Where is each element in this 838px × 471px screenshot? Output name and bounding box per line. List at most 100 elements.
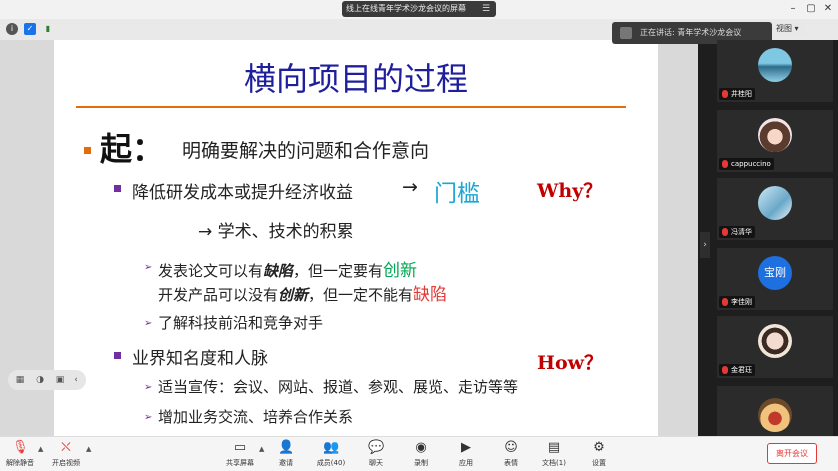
chevron-right-icon: ➢: [144, 262, 153, 273]
documents-button[interactable]: ▤ 文档(1): [536, 440, 572, 470]
speaker-avatar: [620, 27, 632, 39]
chevron-left-icon[interactable]: ‹: [70, 374, 82, 386]
signal-icon: ▮: [45, 24, 51, 33]
avatar: 宝刚: [758, 256, 792, 290]
avatar: [758, 324, 792, 358]
document-icon: ▤: [547, 440, 561, 455]
why-text: Why？: [537, 180, 603, 202]
emoji-button[interactable]: ☺ 表情: [493, 440, 529, 470]
product-line-part3: ，但一定不能有: [308, 286, 414, 304]
gear-icon: ⚙: [593, 440, 605, 455]
mic-muted-icon: [722, 160, 728, 168]
floating-toolbar[interactable]: ▦ ◑ ▣ ‹: [8, 370, 86, 390]
shared-window-title[interactable]: 线上在线青年学术沙龙会议的屏幕 ☰: [342, 1, 496, 17]
participant-name: cappuccino: [719, 158, 774, 170]
accumulation-text: → 学术、技术的积累: [198, 222, 354, 242]
product-line: 开发产品可以没有创新，但一定不能有缺陷: [158, 280, 447, 305]
participant-tile[interactable]: 宝刚 李佳刚: [717, 248, 833, 310]
product-line-part1: 开发产品可以没有: [158, 286, 279, 304]
menkan-text: 门槛: [434, 181, 480, 207]
grid-icon[interactable]: ▦: [14, 374, 26, 386]
exchange-text: 增加业务交流、培养合作关系: [158, 408, 354, 426]
participant-name: 金君珏: [719, 364, 755, 376]
meeting-toolbar: 🎙 解除静音 ▲ ⛌ 开启视频 ▲ ▭ 共享屏幕 ▲ 👤 邀请 👥 成员(40) 💬 聊天 …: [0, 436, 838, 471]
paper-line-part3: ，但一定要有: [293, 262, 384, 280]
title-divider: [76, 106, 626, 108]
qi-text: 明确要解决的问题和合作意向: [182, 140, 430, 162]
camera-off-icon: ⛌: [61, 440, 71, 455]
participant-name: 李佳刚: [719, 296, 755, 308]
video-button[interactable]: ⛌ 开启视频: [48, 440, 84, 470]
avatar: [758, 48, 792, 82]
apps-icon: ▶: [461, 440, 471, 455]
add-user-icon: 👤: [278, 440, 295, 455]
window-title-bar: 线上在线青年学术沙龙会议的屏幕 ☰ – ▢ ✕: [0, 0, 838, 19]
annotate-icon[interactable]: ◑: [34, 374, 46, 386]
paper-line-innovation: 创新: [383, 261, 418, 281]
bullet-square-orange: [84, 147, 91, 154]
record-icon: ◉: [415, 440, 427, 455]
info-icon[interactable]: i: [6, 23, 18, 35]
product-line-defect: 缺陷: [413, 285, 448, 305]
chat-icon: 💬: [368, 440, 385, 455]
mic-muted-icon: [722, 90, 728, 98]
frontier-text: 了解科技前沿和竞争对手: [158, 314, 324, 332]
maximize-icon[interactable]: ▢: [803, 2, 819, 16]
invite-button[interactable]: 👤 邀请: [268, 440, 304, 470]
paper-line-defect: 缺陷: [263, 262, 294, 280]
mic-muted-icon: [722, 366, 728, 374]
share-screen-button[interactable]: ▭ 共享屏幕: [222, 440, 258, 470]
view-button[interactable]: 视图 ▾: [772, 22, 806, 36]
mic-off-icon: 🎙: [12, 440, 29, 455]
product-line-innovation: 创新: [278, 286, 309, 304]
participant-tile[interactable]: cappuccino: [717, 110, 833, 172]
image-icon[interactable]: ▣: [54, 374, 66, 386]
chevron-up-icon[interactable]: ▲: [86, 445, 91, 453]
qi-heading: 起：: [100, 130, 165, 168]
slide-title: 横向项目的过程: [243, 60, 468, 98]
participant-tile[interactable]: 冯清华: [717, 178, 833, 240]
bullet-square-purple: [114, 185, 121, 192]
screen-share-area: 横向项目的过程 起： 明确要解决的问题和合作意向 降低研发成本或提升经济收益 →…: [0, 40, 698, 436]
paper-line: 发表论文可以有缺陷，但一定要有创新: [158, 256, 417, 281]
bullet-square-purple: [114, 352, 121, 359]
participant-tile[interactable]: 金君珏: [717, 316, 833, 378]
panel-collapse-button[interactable]: ›: [700, 232, 710, 258]
mic-muted-icon: [722, 298, 728, 306]
chat-button[interactable]: 💬 聊天: [358, 440, 394, 470]
settings-button[interactable]: ⚙ 设置: [581, 440, 617, 470]
chevron-right-icon: ➢: [144, 382, 153, 393]
record-button[interactable]: ◉ 录制: [403, 440, 439, 470]
close-icon[interactable]: ✕: [820, 2, 836, 16]
avatar: [758, 118, 792, 152]
title-menu-icon[interactable]: ☰: [480, 3, 492, 15]
speaking-text: 正在讲话: 青年学术沙龙会议: [640, 28, 742, 37]
share-screen-icon: ▭: [233, 440, 247, 455]
mic-muted-icon: [722, 228, 728, 236]
participant-tile[interactable]: 井桂阳: [717, 40, 833, 102]
chevron-up-icon[interactable]: ▲: [259, 445, 264, 453]
apps-button[interactable]: ▶ 应用: [448, 440, 484, 470]
shield-icon[interactable]: ✓: [24, 23, 36, 35]
avatar: [758, 398, 792, 432]
arrow-text: →: [402, 176, 418, 198]
cost-benefit-text: 降低研发成本或提升经济收益: [132, 183, 353, 203]
leave-meeting-button[interactable]: 离开会议: [767, 443, 817, 464]
how-text: How？: [537, 352, 603, 374]
view-label: 视图: [776, 24, 792, 33]
members-button[interactable]: 👥 成员(40): [313, 440, 349, 470]
paper-line-part1: 发表论文可以有: [158, 262, 264, 280]
minimize-icon[interactable]: –: [785, 2, 801, 16]
chevron-right-icon: ➢: [144, 412, 153, 423]
chevron-right-icon: ➢: [144, 318, 153, 329]
reputation-text: 业界知名度和人脉: [132, 349, 268, 369]
chevron-up-icon[interactable]: ▲: [38, 445, 43, 453]
emoji-icon: ☺: [504, 440, 518, 455]
publicity-text: 适当宣传：会议、网站、报道、参观、展览、走访等等: [158, 378, 519, 396]
participant-tile[interactable]: [717, 386, 833, 436]
members-icon: 👥: [323, 440, 340, 455]
avatar: [758, 186, 792, 220]
participant-name: 冯清华: [719, 226, 755, 238]
unmute-button[interactable]: 🎙 解除静音: [2, 440, 38, 470]
presentation-slide: 横向项目的过程 起： 明确要解决的问题和合作意向 降低研发成本或提升经济收益 →…: [54, 40, 658, 436]
